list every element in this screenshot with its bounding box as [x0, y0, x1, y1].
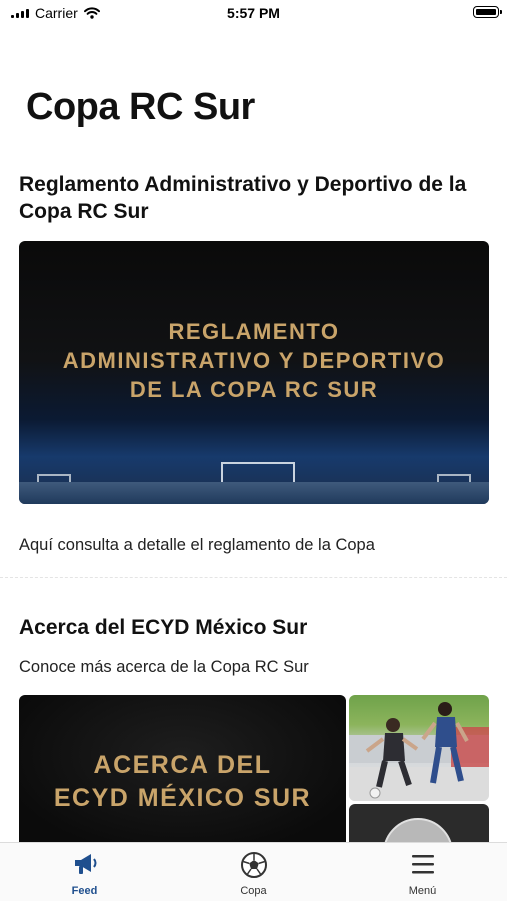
- gallery-image-ecyd[interactable]: ACERCA DEL ECYD MÉXICO SUR: [19, 695, 346, 845]
- menu-icon: [409, 851, 437, 882]
- battery-icon: [473, 6, 502, 18]
- tab-feed[interactable]: Feed: [0, 843, 169, 901]
- megaphone-icon: [71, 851, 99, 882]
- tab-bar: Feed Copa Menú: [0, 842, 507, 901]
- card-image-text: REGLAMENTO ADMINISTRATIVO Y DEPORTIVO DE…: [62, 319, 446, 402]
- players-illustration: [349, 702, 489, 801]
- card-title-ecyd[interactable]: Acerca del ECYD México Sur: [19, 614, 489, 641]
- goal-graphic: [221, 462, 295, 484]
- card-description-ecyd: Conoce más acerca de la Copa RC Sur: [19, 658, 309, 676]
- tab-copa[interactable]: Copa: [169, 843, 338, 901]
- card-description-reglamento: Aquí consulta a detalle el reglamento de…: [19, 536, 375, 554]
- soccer-ball-icon: [240, 851, 268, 884]
- clock: 5:57 PM: [227, 5, 280, 21]
- divider: [0, 577, 507, 578]
- card-title-reglamento[interactable]: Reglamento Administrativo y Deportivo de…: [19, 171, 489, 225]
- tab-menu[interactable]: Menú: [338, 843, 507, 901]
- page-title: Copa RC Sur: [26, 86, 255, 128]
- field-graphic: [19, 482, 489, 504]
- card-image-reglamento[interactable]: REGLAMENTO ADMINISTRATIVO Y DEPORTIVO DE…: [19, 241, 489, 504]
- status-bar: Carrier 5:57 PM: [0, 0, 507, 28]
- gallery-photo-players[interactable]: [349, 695, 489, 801]
- gallery-image-text: ACERCA DEL ECYD MÉXICO SUR: [53, 751, 312, 812]
